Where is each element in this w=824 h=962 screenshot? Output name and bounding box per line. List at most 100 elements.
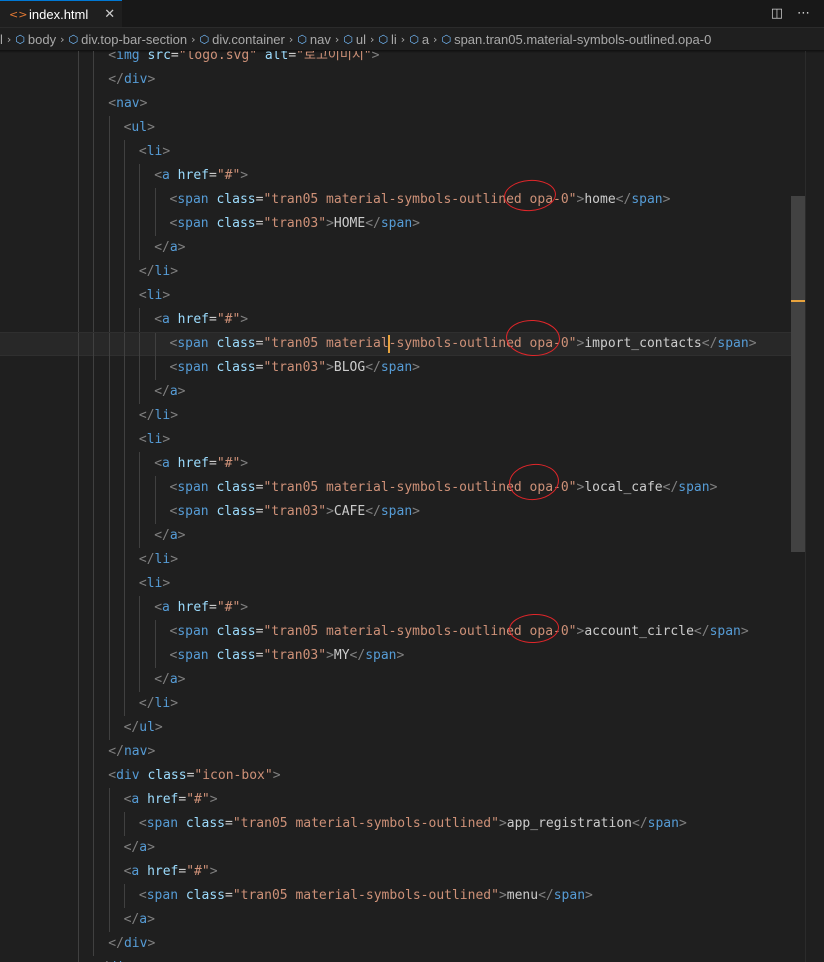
indent-guide [108,500,110,524]
breadcrumb-item[interactable]: ⬡ span.tran05.material-symbols-outlined.o… [441,32,711,47]
more-actions-icon[interactable]: ⋯ [797,6,810,21]
indent-guide [78,476,79,500]
code-line[interactable]: <span class="tran03">BLOG</span> [0,356,805,380]
code-line[interactable]: <a href="#"> [0,596,805,620]
code-line[interactable]: <a href="#"> [0,788,805,812]
code-line[interactable]: </li> [0,548,805,572]
code-line[interactable]: <span class="tran05 material-symbols-out… [0,188,805,212]
indent-guide [93,51,95,68]
code-token: < [108,768,117,783]
scrollbar-thumb[interactable] [791,196,805,552]
code-editor[interactable]: <img src="logo.svg" alt="로고이미지"> </div> <n… [0,51,805,962]
code-line[interactable]: </a> [0,236,805,260]
code-line[interactable]: <img src="logo.svg" alt="로고이미지"> [0,51,805,68]
code-line[interactable]: </ul> [0,716,805,740]
symbol-icon: ⬡ [199,32,210,46]
code-line[interactable]: <span class="tran05 material-symbols-out… [0,620,805,644]
breadcrumb-label: a [421,31,430,47]
indent-guide [108,572,110,596]
code-token: a [169,384,178,399]
code-content: <img src="logo.svg" alt="로고이미지"> [108,51,379,68]
code-token: </ [154,240,170,255]
breadcrumb-item[interactable]: ⬡ body [15,32,56,47]
code-token: "#" [216,600,241,615]
code-line[interactable]: <nav> [0,92,805,116]
code-line[interactable]: </a> [0,668,805,692]
code-line[interactable]: <span class="tran05 material-symbols-out… [0,332,805,357]
breadcrumb-item[interactable]: ⬡ a [409,32,429,47]
code-line[interactable]: </a> [0,380,805,404]
code-token: span [177,360,217,375]
code-line[interactable]: <a href="#"> [0,308,805,332]
code-token: ul [139,720,155,735]
code-line[interactable]: <li> [0,140,805,164]
code-line[interactable]: <div class="icon-box"> [0,764,805,788]
code-line[interactable]: </a> [0,524,805,548]
indent-guide [154,333,156,357]
breadcrumb-item[interactable]: ⬡ li [378,32,396,47]
code-token: > [326,360,334,375]
indent-guide [139,620,141,644]
code-token: = [288,51,297,63]
indent-guide [154,644,156,668]
code-token: span [678,480,710,495]
indent-guide [123,284,125,308]
code-token: > [740,624,749,639]
code-line[interactable]: </li> [0,692,805,716]
code-token: > [240,168,249,183]
code-line[interactable]: <a href="#"> [0,164,805,188]
indent-guide [123,140,125,164]
tab-label: index.html [29,6,89,22]
code-token: href [177,168,209,183]
indent-guide [93,236,95,260]
code-line[interactable]: <span class="tran03">HOME</span> [0,212,805,236]
code-line[interactable]: </div> [0,932,805,956]
code-line[interactable]: </a> [0,908,805,932]
code-line[interactable]: </div> [0,956,805,962]
code-line[interactable]: <a href="#"> [0,452,805,476]
code-line[interactable]: <span class="tran05 material-symbols-out… [0,812,805,836]
indent-guide [123,572,125,596]
code-line[interactable]: <span class="tran05 material-symbols-out… [0,476,805,500]
indent-guide [78,644,79,668]
code-line[interactable]: </div> [0,68,805,92]
indent-guide [78,68,79,92]
breadcrumb-item[interactable]: l [0,32,3,47]
code-line[interactable]: </a> [0,836,805,860]
code-line[interactable]: <span class="tran05 material-symbols-out… [0,884,805,908]
code-line[interactable]: <li> [0,284,805,308]
code-line[interactable]: <li> [0,428,805,452]
code-line[interactable]: </li> [0,404,805,428]
tab-index-html[interactable]: <> index.html ✕ [0,0,122,27]
indent-guide [108,140,110,164]
indent-guide [139,308,141,332]
code-line[interactable]: <a href="#"> [0,860,805,884]
split-editor-icon[interactable]: ◫ [771,6,783,21]
indent-guide [139,236,141,260]
code-token: a [131,792,148,807]
breadcrumb-item[interactable]: ⬡ ul [343,32,366,47]
code-line[interactable]: </nav> [0,740,805,764]
code-token: nav [116,96,140,111]
indent-guide [123,692,125,716]
indent-guide [78,620,79,644]
code-content: <li> [139,572,170,596]
close-icon[interactable]: ✕ [104,7,115,22]
code-token: class [185,816,225,831]
breadcrumb-item[interactable]: ⬡ div.top-bar-section [69,32,188,47]
breadcrumb-item[interactable]: ⬡ div.container [200,32,285,47]
indent-guide [78,740,79,764]
chevron-right-icon: › [334,32,340,46]
code-line[interactable]: <li> [0,572,805,596]
indent-guide [108,116,110,140]
html-file-icon: <> [9,7,28,21]
code-line[interactable]: </li> [0,260,805,284]
code-line[interactable]: <span class="tran03">MY</span> [0,644,805,668]
code-content: <span class="tran03">BLOG</span> [170,356,421,380]
code-line[interactable]: <span class="tran03">CAFE</span> [0,500,805,524]
indent-guide [108,812,110,836]
code-line[interactable]: <ul> [0,116,805,140]
breadcrumb-item[interactable]: ⬡ nav [297,32,331,47]
code-token: li [154,696,171,711]
code-content: <div class="icon-box"> [108,764,280,788]
